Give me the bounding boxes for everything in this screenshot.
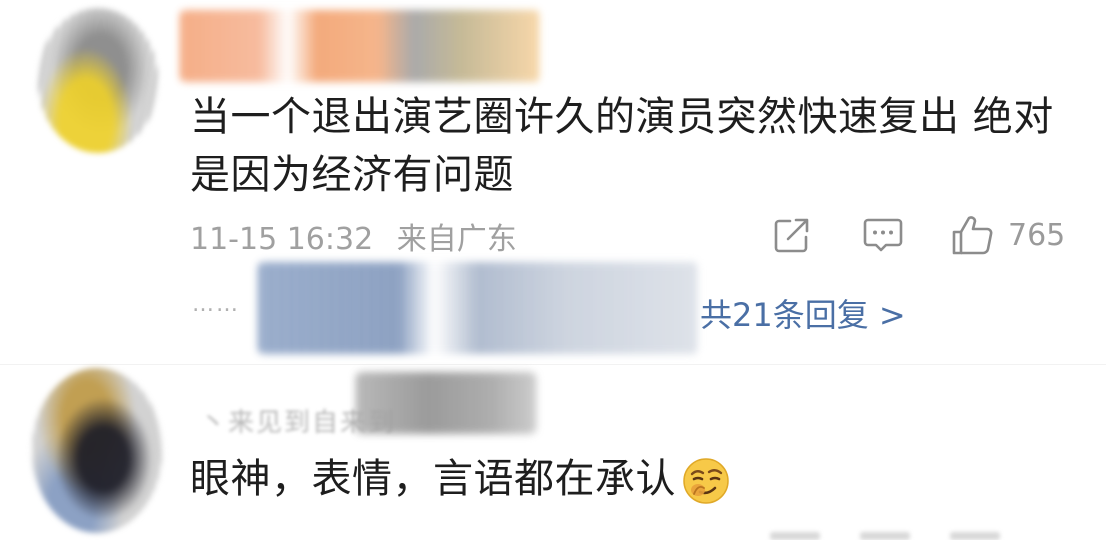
comment-icon	[863, 218, 903, 252]
avatar[interactable]	[32, 368, 162, 533]
reply-preview-dots: ……	[192, 292, 240, 317]
view-replies-link[interactable]: 共21条回复 >	[700, 290, 906, 336]
comment-time: 11-15 16:32	[190, 222, 374, 257]
share-icon	[774, 218, 809, 253]
next-item-edge	[860, 532, 910, 540]
smirking-face-icon	[683, 458, 729, 504]
like-count: 765	[1008, 217, 1066, 253]
next-item-edge	[770, 532, 820, 540]
comment-feed: 当一个退出演艺圈许久的演员突然快速复出 绝对是因为经济有问题 11-15 16:…	[0, 0, 1106, 540]
like-button[interactable]: 765	[950, 212, 1065, 258]
comment-text: 当一个退出演艺圈许久的演员突然快速复出 绝对是因为经济有问题	[190, 94, 1054, 198]
comment-location: 来自广东	[396, 222, 517, 257]
blurred-username[interactable]	[180, 10, 540, 82]
blurred-reply-preview[interactable]	[258, 262, 698, 354]
thumbs-up-icon	[952, 216, 993, 255]
comment-text: 眼神，表情，言语都在承认	[190, 456, 676, 502]
share-button[interactable]	[772, 212, 812, 258]
blurred-username[interactable]	[356, 372, 536, 434]
next-item-edge	[950, 532, 1000, 540]
comment-button[interactable]	[862, 212, 904, 258]
divider	[0, 364, 1106, 365]
avatar[interactable]	[38, 8, 158, 153]
comment-meta: 11-15 16:32 来自广东	[190, 214, 531, 258]
